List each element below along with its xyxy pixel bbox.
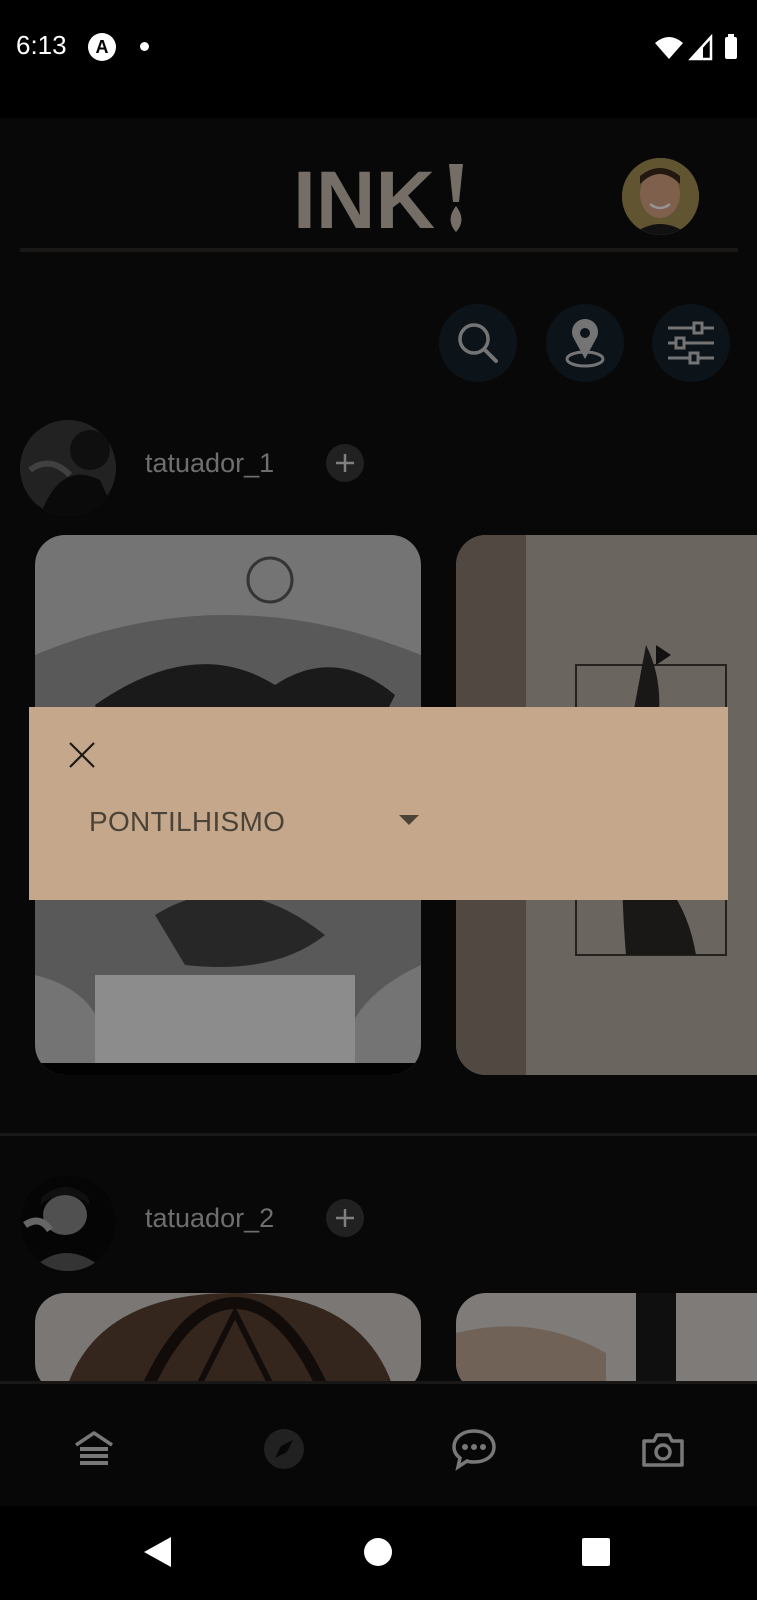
- status-icons: [653, 33, 743, 68]
- selected-style: PONTILHISMO: [89, 806, 286, 837]
- home-circle-icon: [364, 1538, 392, 1566]
- app-notification-icon: A: [88, 33, 116, 61]
- chevron-down-icon: [399, 815, 419, 825]
- close-icon: [69, 742, 95, 768]
- home-button[interactable]: [364, 1538, 392, 1566]
- close-button[interactable]: [64, 737, 100, 773]
- back-icon: [144, 1537, 171, 1567]
- status-bar: 6:13 A: [0, 0, 757, 95]
- tattoo-style-select[interactable]: PONTILHISMO: [89, 797, 419, 847]
- android-nav-bar: [0, 1506, 757, 1600]
- back-button[interactable]: [144, 1537, 171, 1567]
- recents-button[interactable]: [582, 1538, 610, 1566]
- notification-dot-icon: [140, 42, 149, 51]
- wifi-icon: [655, 37, 683, 59]
- signal-icon: [688, 33, 713, 61]
- battery-icon: [725, 34, 737, 59]
- status-time: 6:13: [16, 30, 67, 60]
- style-filter-dialog: PONTILHISMO: [29, 707, 728, 900]
- recents-icon: [582, 1538, 610, 1566]
